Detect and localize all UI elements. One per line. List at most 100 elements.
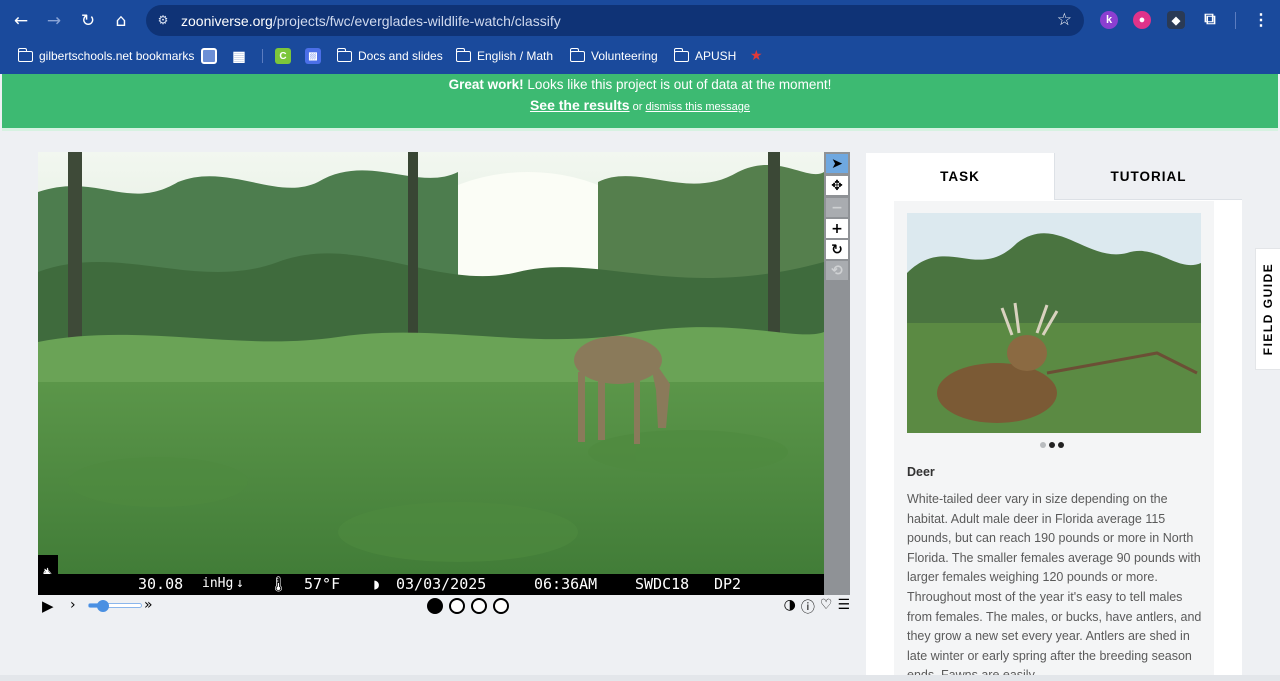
species-name: Deer xyxy=(907,465,935,479)
image-toolbar: ➤ ✥ − + ↻ ⟲ xyxy=(824,152,850,595)
bookmark-gilbertschools[interactable]: gilbertschools.net bookmarks xyxy=(17,47,195,65)
banner-links: See the results or dismiss this message xyxy=(2,97,1278,113)
c-app-icon: C xyxy=(275,48,291,64)
thermometer-icon: 🌡 xyxy=(269,575,289,593)
bookmark-apush[interactable]: APUSH xyxy=(673,47,737,65)
pressure-value: 30.08 xyxy=(138,575,184,593)
bookmark-striped[interactable]: ▨ xyxy=(305,47,321,65)
app-icon xyxy=(201,48,217,64)
bookmark-star-icon[interactable]: ☆ xyxy=(1057,10,1072,30)
zoom-out-icon[interactable]: − xyxy=(826,198,848,217)
species-photo xyxy=(907,213,1201,433)
banner-bold-text: Great work! xyxy=(448,77,524,92)
field-guide-label: FIELD GUIDE xyxy=(1261,262,1275,356)
photo-carousel-dots xyxy=(1040,442,1064,448)
toolbar-divider xyxy=(1235,12,1236,29)
rotate-icon[interactable]: ↻ xyxy=(826,240,848,259)
url-path: /projects/fwc/everglades-wildlife-watch/… xyxy=(272,13,561,29)
bookmark-label: APUSH xyxy=(695,49,737,63)
move-icon[interactable]: ✥ xyxy=(826,176,848,195)
folder-icon xyxy=(455,47,471,62)
bookmark-app-1[interactable] xyxy=(201,47,217,65)
bookmark-docs-and-slides[interactable]: Docs and slides xyxy=(336,47,443,65)
bookmark-divider xyxy=(262,49,263,63)
dismiss-message-link[interactable]: dismiss this message xyxy=(645,101,750,113)
extensions-icon[interactable]: ⧉ xyxy=(1201,11,1219,29)
camera-info-strip: 30.08 inHg ↓ 🌡 57°F ◗ 03/03/2025 06:36AM… xyxy=(38,574,824,595)
bookmark-english-math[interactable]: English / Math xyxy=(455,47,554,65)
folder-icon xyxy=(17,47,33,62)
bookmark-volunteering[interactable]: Volunteering xyxy=(569,47,658,65)
browser-chrome: ← → ↻ ⌂ ⚙ zooniverse.org/projects/fwc/ev… xyxy=(0,0,1280,74)
bookmark-label: gilbertschools.net bookmarks xyxy=(39,49,195,63)
home-icon[interactable]: ⌂ xyxy=(108,8,134,34)
pressure-unit: inHg xyxy=(202,576,234,591)
faster-chevron-icon[interactable]: » xyxy=(144,597,153,613)
url-text[interactable]: zooniverse.org/projects/fwc/everglades-w… xyxy=(181,13,561,29)
reload-icon[interactable]: ↻ xyxy=(75,8,101,34)
zoom-in-icon[interactable]: + xyxy=(826,219,848,238)
subject-image[interactable]: ♞ 30.08 inHg ↓ 🌡 57°F ◗ 03/03/2025 06:36… xyxy=(38,152,824,595)
grid-icon: ▦ xyxy=(232,47,246,64)
banner-message: Great work! Looks like this project is o… xyxy=(2,77,1278,92)
bookmark-star-site[interactable]: ★ xyxy=(750,47,763,65)
speed-slider[interactable] xyxy=(88,600,142,612)
species-description: White-tailed deer vary in size depending… xyxy=(907,492,1202,675)
banner-or-text: or xyxy=(629,101,646,113)
bookmark-label: Docs and slides xyxy=(358,49,443,63)
frame-dot-2[interactable] xyxy=(449,598,465,614)
out-of-data-banner: Great work! Looks like this project is o… xyxy=(2,74,1278,131)
extension-k-icon[interactable]: k xyxy=(1100,11,1118,29)
favorite-heart-icon[interactable]: ♡ xyxy=(820,597,833,617)
bookmark-c[interactable]: C xyxy=(275,47,291,65)
pointer-icon[interactable]: ➤ xyxy=(826,154,848,173)
red-star-icon: ★ xyxy=(750,48,763,64)
frame-dot-3[interactable] xyxy=(471,598,487,614)
menu-kebab-icon[interactable]: ⋮ xyxy=(1252,11,1270,29)
trail-camera-photo xyxy=(38,152,824,595)
image-options: ◑ ⓘ ♡ ☰ xyxy=(784,597,850,617)
bookmark-apps-grid[interactable]: ▦ xyxy=(231,47,247,65)
folder-icon xyxy=(336,47,352,62)
frame-selector xyxy=(427,598,509,614)
frame-dot-4[interactable] xyxy=(493,598,509,614)
folder-icon xyxy=(569,47,585,62)
carousel-dot-2[interactable] xyxy=(1049,442,1055,448)
info-icon[interactable]: ⓘ xyxy=(801,597,815,617)
field-guide-button[interactable]: FIELD GUIDE xyxy=(1255,248,1280,370)
bookmarks-bar: gilbertschools.net bookmarks ▦ C ▨ Docs … xyxy=(0,44,1280,68)
tab-tutorial[interactable]: TUTORIAL xyxy=(1054,153,1242,200)
collections-list-icon[interactable]: ☰ xyxy=(837,597,850,617)
tab-task[interactable]: TASK xyxy=(866,153,1054,200)
capture-date: 03/03/2025 xyxy=(396,575,487,593)
slower-chevron-icon[interactable]: › xyxy=(70,597,76,613)
extension-record-icon[interactable]: ● xyxy=(1133,11,1151,29)
temperature-value: 57°F xyxy=(304,575,341,593)
speed-slider-thumb[interactable] xyxy=(96,600,109,612)
site-settings-icon[interactable]: ⚙ xyxy=(154,11,172,29)
frame-controls: ▶ › » ◑ ⓘ ♡ ☰ xyxy=(38,597,850,617)
reset-icon[interactable]: ⟲ xyxy=(826,261,848,280)
carousel-dot-1[interactable] xyxy=(1040,442,1046,448)
moon-phase-icon: ◗ xyxy=(372,575,382,593)
frame-dot-1[interactable] xyxy=(427,598,443,614)
bookmark-label: Volunteering xyxy=(591,49,658,63)
species-info-card: Deer White-tailed deer vary in size depe… xyxy=(894,201,1214,675)
contrast-icon[interactable]: ◑ xyxy=(784,597,796,617)
camera-id: SWDC18 xyxy=(635,575,690,593)
forward-icon[interactable]: → xyxy=(41,8,67,34)
pressure-trend-icon: ↓ xyxy=(236,576,244,591)
bookmark-label: English / Math xyxy=(477,49,554,63)
address-bar[interactable]: ⚙ zooniverse.org/projects/fwc/everglades… xyxy=(146,5,1084,36)
unit-id: DP2 xyxy=(714,575,742,593)
extension-puzzle-alt-icon[interactable]: ◆ xyxy=(1167,11,1185,29)
see-results-link[interactable]: See the results xyxy=(530,97,630,113)
banner-text: Looks like this project is out of data a… xyxy=(523,77,832,92)
carousel-dot-3[interactable] xyxy=(1058,442,1064,448)
capture-time: 06:36AM xyxy=(534,575,598,593)
play-icon[interactable]: ▶ xyxy=(42,597,54,615)
task-panel: TASK TUTORIAL Deer White-tailed deer var… xyxy=(866,153,1242,675)
striped-app-icon: ▨ xyxy=(305,48,321,64)
page-bottom-edge xyxy=(0,675,1280,681)
back-icon[interactable]: ← xyxy=(8,8,34,34)
